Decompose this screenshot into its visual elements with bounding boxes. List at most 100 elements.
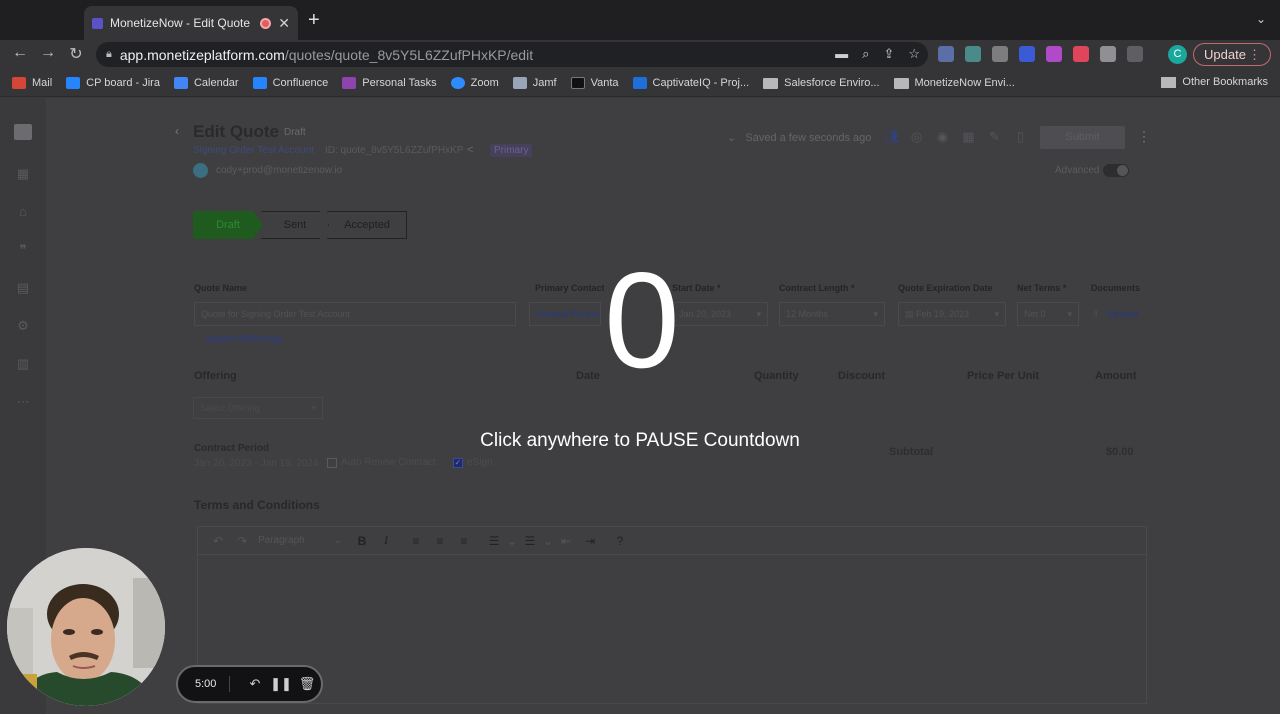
- bookmark-star-icon[interactable]: ☆: [908, 46, 920, 62]
- chevron-down-icon[interactable]: ⌄: [542, 534, 554, 548]
- indent-icon[interactable]: ⇥: [578, 534, 602, 548]
- align-right-icon[interactable]: ≡: [452, 534, 476, 548]
- terms-editor[interactable]: ↶ ↷ Paragraph ⌄ B I ≡ ≡ ≡ ☰ ⌄ ☰ ⌄ ⇤ ⇥ ?: [197, 526, 1147, 704]
- captivateiq-icon: [632, 77, 647, 89]
- share-icon[interactable]: <: [467, 144, 473, 156]
- chevron-down-icon[interactable]: ⌄: [727, 132, 736, 144]
- browser-tab[interactable]: MonetizeNow - Edit Quote ✕: [84, 6, 298, 40]
- tab-search-chevron-icon[interactable]: ⌄: [1256, 12, 1266, 26]
- address-bar[interactable]: 🔒︎ app.monetizeplatform.com/quotes/quote…: [96, 42, 928, 67]
- accounts-bank-icon[interactable]: ⌂: [15, 204, 31, 219]
- quote-name-input[interactable]: Quote for Signing Order Test Account: [194, 302, 516, 326]
- bulleted-list-icon[interactable]: ☰: [482, 534, 506, 548]
- countdown-hint[interactable]: Click anywhere to PAUSE Countdown: [420, 430, 860, 452]
- side-panel-icon[interactable]: [1127, 46, 1143, 62]
- more-icon[interactable]: ⋯: [15, 394, 31, 409]
- block-type-select[interactable]: Paragraph ⌄: [254, 535, 350, 546]
- dashboard-icon[interactable]: ▦: [15, 166, 31, 181]
- extension-icon[interactable]: [1073, 46, 1089, 62]
- extension-icon[interactable]: [965, 46, 981, 62]
- camera-icon[interactable]: ▬: [835, 46, 848, 62]
- quotes-icon[interactable]: ❞: [15, 242, 31, 257]
- bookmark-calendar[interactable]: Calendar: [173, 77, 239, 89]
- esign-checkbox[interactable]: ✓ eSign: [453, 457, 493, 468]
- help-icon[interactable]: ?: [608, 534, 632, 548]
- step-draft[interactable]: Draft: [193, 211, 263, 239]
- forward-arrow-icon[interactable]: →: [38, 44, 58, 62]
- primary-badge: Primary: [490, 144, 533, 157]
- align-center-icon[interactable]: ≡: [428, 534, 452, 548]
- globe-icon[interactable]: ◎: [909, 129, 924, 144]
- close-tab-icon[interactable]: ✕: [278, 15, 290, 32]
- column-offering: Offering: [194, 370, 237, 382]
- app-logo-icon[interactable]: [14, 124, 32, 140]
- more-vertical-icon[interactable]: ⋮: [1137, 128, 1151, 145]
- bookmark-zoom[interactable]: Zoom: [450, 77, 499, 89]
- profile-avatar[interactable]: C: [1168, 45, 1187, 64]
- back-chevron-icon[interactable]: ‹: [175, 124, 179, 138]
- owner-avatar: [193, 163, 208, 178]
- pdf-icon[interactable]: ▯: [1013, 129, 1028, 144]
- contacts-icon[interactable]: 👥︎: [883, 129, 900, 144]
- bookmark-personal-tasks[interactable]: Personal Tasks: [342, 77, 437, 89]
- upload-button[interactable]: ⇧ Upload: [1086, 302, 1144, 326]
- bookmark-jira[interactable]: CP board - Jira: [66, 77, 160, 89]
- new-tab-button[interactable]: +: [308, 10, 320, 30]
- extension-icon[interactable]: [1046, 46, 1062, 62]
- tab-title: MonetizeNow - Edit Quote: [110, 16, 251, 30]
- settings-gear-icon[interactable]: ⚙: [15, 318, 31, 333]
- extension-icon[interactable]: [1019, 46, 1035, 62]
- bookmark-vanta[interactable]: Vanta: [570, 77, 619, 89]
- undo-icon[interactable]: ↶: [206, 534, 230, 548]
- quote-id: ID: quote_8v5Y5L6ZZufPHxKP: [325, 145, 464, 156]
- bookmark-label: Jamf: [532, 77, 557, 89]
- net-terms-select[interactable]: Net 0 ▾: [1017, 302, 1079, 326]
- trash-icon[interactable]: 🗑︎: [294, 676, 320, 692]
- share-icon[interactable]: ⇪: [883, 46, 894, 62]
- expiration-date-picker[interactable]: ▤ Feb 19, 2023 ▾: [898, 302, 1006, 326]
- edit-document-icon[interactable]: ✎: [987, 129, 1002, 144]
- bold-icon[interactable]: B: [350, 534, 374, 548]
- bookmark-jamf[interactable]: Jamf: [512, 77, 557, 89]
- outdent-icon[interactable]: ⇤: [554, 534, 578, 548]
- numbered-list-icon[interactable]: ☰: [518, 534, 542, 548]
- grid-icon[interactable]: ▦: [961, 129, 976, 144]
- bookmark-mail[interactable]: Mail: [12, 77, 52, 89]
- step-accepted[interactable]: Accepted: [327, 211, 407, 239]
- italic-icon[interactable]: I: [374, 533, 398, 548]
- account-link[interactable]: Signing Order Test Account: [193, 145, 314, 156]
- page-content[interactable]: ▦ ⌂ ❞ ▤ ⚙ ▥ ⋯ ‹ Edit Quote Draft Signing…: [0, 98, 1280, 714]
- pause-icon[interactable]: ❚❚: [268, 676, 294, 692]
- webcam-bubble[interactable]: [7, 548, 165, 706]
- countdown-number[interactable]: 0: [580, 250, 704, 390]
- reload-icon[interactable]: ↻: [66, 44, 86, 64]
- chevron-down-icon[interactable]: ⌄: [506, 534, 518, 548]
- import-offerings-link[interactable]: Import Offerings: [205, 334, 283, 345]
- shield-extension-icon[interactable]: [992, 46, 1008, 62]
- subtotal-value: $0.00: [1106, 446, 1134, 458]
- advanced-toggle[interactable]: [1103, 164, 1129, 177]
- submit-button[interactable]: Submit: [1040, 126, 1125, 149]
- extensions-puzzle-icon[interactable]: [1100, 46, 1116, 62]
- bookmark-confluence[interactable]: Confluence: [252, 77, 328, 89]
- update-button[interactable]: Update ⋮: [1193, 43, 1271, 66]
- restart-icon[interactable]: ↶: [242, 676, 268, 692]
- zoom-icon[interactable]: ⌕: [862, 46, 869, 62]
- offering-select[interactable]: Select Offering ▾: [193, 397, 323, 419]
- redo-icon[interactable]: ↷: [230, 534, 254, 548]
- screen-recorder-extension-icon[interactable]: [938, 46, 954, 62]
- other-bookmarks[interactable]: Other Bookmarks: [1161, 76, 1268, 88]
- bookmark-captivateiq[interactable]: CaptivateIQ - Proj...: [632, 77, 749, 89]
- back-arrow-icon[interactable]: ←: [10, 44, 30, 62]
- bookmark-folder-salesforce[interactable]: Salesforce Enviro...: [763, 77, 880, 89]
- step-sent[interactable]: Sent: [261, 211, 329, 239]
- extensions-row: [938, 46, 1143, 62]
- billing-icon[interactable]: ▤: [15, 280, 31, 295]
- auto-renew-checkbox[interactable]: Auto Renew Contract: [327, 457, 436, 468]
- contract-length-select[interactable]: 12 Months ▾: [779, 302, 885, 326]
- align-left-icon[interactable]: ≡: [404, 534, 428, 548]
- editor-toolbar: ↶ ↷ Paragraph ⌄ B I ≡ ≡ ≡ ☰ ⌄ ☰ ⌄ ⇤ ⇥ ?: [198, 527, 1146, 555]
- reports-icon[interactable]: ▥: [15, 356, 31, 371]
- lightbulb-icon[interactable]: ◉: [935, 129, 950, 144]
- bookmark-folder-monetizenow[interactable]: MonetizeNow Envi...: [893, 77, 1015, 89]
